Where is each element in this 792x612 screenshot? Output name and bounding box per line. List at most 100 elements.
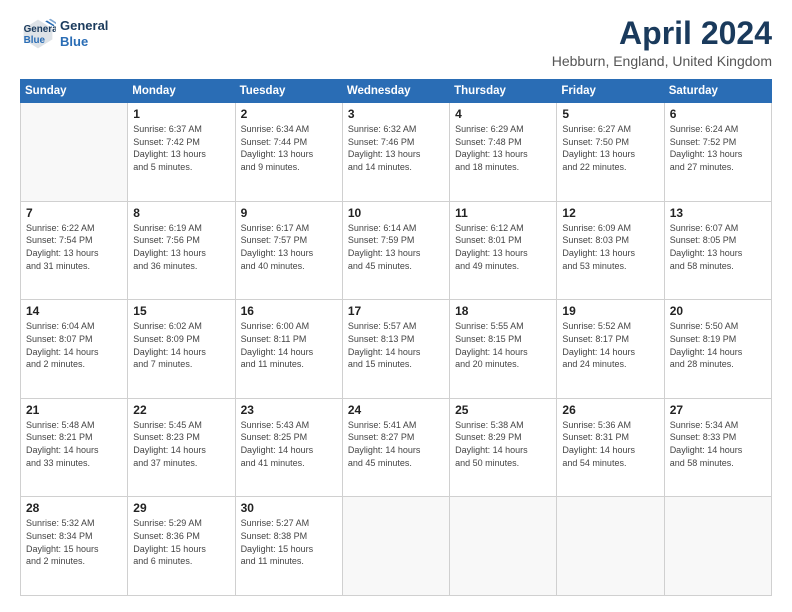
location: Hebburn, England, United Kingdom [552, 53, 772, 69]
day-number: 1 [133, 107, 229, 121]
calendar-cell: 19 Sunrise: 5:52 AM Sunset: 8:17 PM Dayli… [557, 300, 664, 399]
calendar-cell: 11 Sunrise: 6:12 AM Sunset: 8:01 PM Dayli… [450, 201, 557, 300]
cell-info: Sunrise: 5:29 AM Sunset: 8:36 PM Dayligh… [133, 517, 229, 567]
cell-info: Sunrise: 5:55 AM Sunset: 8:15 PM Dayligh… [455, 320, 551, 370]
calendar-cell: 14 Sunrise: 6:04 AM Sunset: 8:07 PM Dayli… [21, 300, 128, 399]
calendar-week-2: 7Sunrise: 6:22 AM Sunset: 7:54 PM Daylig… [21, 201, 772, 300]
calendar-cell: 28 Sunrise: 5:32 AM Sunset: 8:34 PM Dayli… [21, 497, 128, 596]
calendar-table: SundayMondayTuesdayWednesdayThursdayFrid… [20, 79, 772, 596]
calendar-cell: 24 Sunrise: 5:41 AM Sunset: 8:27 PM Dayli… [342, 398, 449, 497]
logo-icon: General Blue [20, 16, 56, 52]
cell-info: Sunrise: 5:41 AM Sunset: 8:27 PM Dayligh… [348, 419, 444, 469]
calendar-cell: 6 Sunrise: 6:24 AM Sunset: 7:52 PM Daylig… [664, 103, 771, 202]
day-number: 21 [26, 403, 122, 417]
cell-info: Sunrise: 5:48 AM Sunset: 8:21 PM Dayligh… [26, 419, 122, 469]
calendar-cell [21, 103, 128, 202]
calendar-cell: 9Sunrise: 6:17 AM Sunset: 7:57 PM Daylig… [235, 201, 342, 300]
calendar-cell: 3 Sunrise: 6:32 AM Sunset: 7:46 PM Daylig… [342, 103, 449, 202]
day-number: 2 [241, 107, 337, 121]
day-number: 24 [348, 403, 444, 417]
cell-info: Sunrise: 5:27 AM Sunset: 8:38 PM Dayligh… [241, 517, 337, 567]
header: General Blue General Blue April 2024 Heb… [20, 16, 772, 69]
calendar-cell: 21 Sunrise: 5:48 AM Sunset: 8:21 PM Dayli… [21, 398, 128, 497]
day-number: 3 [348, 107, 444, 121]
cell-info: Sunrise: 6:29 AM Sunset: 7:48 PM Dayligh… [455, 123, 551, 173]
cell-info: Sunrise: 6:17 AM Sunset: 7:57 PM Dayligh… [241, 222, 337, 272]
calendar-header-row: SundayMondayTuesdayWednesdayThursdayFrid… [21, 80, 772, 103]
calendar-cell: 4 Sunrise: 6:29 AM Sunset: 7:48 PM Daylig… [450, 103, 557, 202]
calendar-cell [557, 497, 664, 596]
calendar-header-wednesday: Wednesday [342, 80, 449, 103]
cell-info: Sunrise: 5:45 AM Sunset: 8:23 PM Dayligh… [133, 419, 229, 469]
calendar-header-monday: Monday [128, 80, 235, 103]
cell-info: Sunrise: 6:37 AM Sunset: 7:42 PM Dayligh… [133, 123, 229, 173]
day-number: 6 [670, 107, 766, 121]
day-number: 14 [26, 304, 122, 318]
cell-info: Sunrise: 6:12 AM Sunset: 8:01 PM Dayligh… [455, 222, 551, 272]
logo-text-blue: Blue [60, 34, 108, 50]
calendar-cell: 16 Sunrise: 6:00 AM Sunset: 8:11 PM Dayli… [235, 300, 342, 399]
cell-info: Sunrise: 5:36 AM Sunset: 8:31 PM Dayligh… [562, 419, 658, 469]
calendar-cell: 27Sunrise: 5:34 AM Sunset: 8:33 PM Dayli… [664, 398, 771, 497]
cell-info: Sunrise: 5:43 AM Sunset: 8:25 PM Dayligh… [241, 419, 337, 469]
day-number: 19 [562, 304, 658, 318]
calendar-cell: 5 Sunrise: 6:27 AM Sunset: 7:50 PM Daylig… [557, 103, 664, 202]
calendar-cell: 25 Sunrise: 5:38 AM Sunset: 8:29 PM Dayli… [450, 398, 557, 497]
calendar-cell [342, 497, 449, 596]
day-number: 11 [455, 206, 551, 220]
day-number: 17 [348, 304, 444, 318]
cell-info: Sunrise: 5:52 AM Sunset: 8:17 PM Dayligh… [562, 320, 658, 370]
calendar-cell: 10Sunrise: 6:14 AM Sunset: 7:59 PM Dayli… [342, 201, 449, 300]
cell-info: Sunrise: 6:22 AM Sunset: 7:54 PM Dayligh… [26, 222, 122, 272]
cell-info: Sunrise: 5:38 AM Sunset: 8:29 PM Dayligh… [455, 419, 551, 469]
calendar-cell: 12 Sunrise: 6:09 AM Sunset: 8:03 PM Dayli… [557, 201, 664, 300]
cell-info: Sunrise: 6:04 AM Sunset: 8:07 PM Dayligh… [26, 320, 122, 370]
cell-info: Sunrise: 6:02 AM Sunset: 8:09 PM Dayligh… [133, 320, 229, 370]
cell-info: Sunrise: 6:34 AM Sunset: 7:44 PM Dayligh… [241, 123, 337, 173]
day-number: 5 [562, 107, 658, 121]
logo-text-general: General [60, 18, 108, 34]
day-number: 4 [455, 107, 551, 121]
cell-info: Sunrise: 6:32 AM Sunset: 7:46 PM Dayligh… [348, 123, 444, 173]
calendar-cell: 2 Sunrise: 6:34 AM Sunset: 7:44 PM Daylig… [235, 103, 342, 202]
cell-info: Sunrise: 6:09 AM Sunset: 8:03 PM Dayligh… [562, 222, 658, 272]
calendar-week-5: 28 Sunrise: 5:32 AM Sunset: 8:34 PM Dayli… [21, 497, 772, 596]
day-number: 16 [241, 304, 337, 318]
calendar-header-tuesday: Tuesday [235, 80, 342, 103]
cell-info: Sunrise: 6:00 AM Sunset: 8:11 PM Dayligh… [241, 320, 337, 370]
cell-info: Sunrise: 6:24 AM Sunset: 7:52 PM Dayligh… [670, 123, 766, 173]
calendar-cell: 8Sunrise: 6:19 AM Sunset: 7:56 PM Daylig… [128, 201, 235, 300]
calendar-week-3: 14 Sunrise: 6:04 AM Sunset: 8:07 PM Dayli… [21, 300, 772, 399]
calendar-cell: 13Sunrise: 6:07 AM Sunset: 8:05 PM Dayli… [664, 201, 771, 300]
day-number: 22 [133, 403, 229, 417]
cell-info: Sunrise: 5:50 AM Sunset: 8:19 PM Dayligh… [670, 320, 766, 370]
cell-info: Sunrise: 5:32 AM Sunset: 8:34 PM Dayligh… [26, 517, 122, 567]
cell-info: Sunrise: 5:34 AM Sunset: 8:33 PM Dayligh… [670, 419, 766, 469]
calendar-header-friday: Friday [557, 80, 664, 103]
calendar-cell: 26Sunrise: 5:36 AM Sunset: 8:31 PM Dayli… [557, 398, 664, 497]
day-number: 20 [670, 304, 766, 318]
calendar-cell [450, 497, 557, 596]
calendar-cell: 22 Sunrise: 5:45 AM Sunset: 8:23 PM Dayli… [128, 398, 235, 497]
calendar-cell: 1 Sunrise: 6:37 AM Sunset: 7:42 PM Daylig… [128, 103, 235, 202]
calendar-cell: 18Sunrise: 5:55 AM Sunset: 8:15 PM Dayli… [450, 300, 557, 399]
title-section: April 2024 Hebburn, England, United King… [552, 16, 772, 69]
day-number: 28 [26, 501, 122, 515]
day-number: 8 [133, 206, 229, 220]
calendar-cell: 30 Sunrise: 5:27 AM Sunset: 8:38 PM Dayli… [235, 497, 342, 596]
calendar-header-saturday: Saturday [664, 80, 771, 103]
day-number: 23 [241, 403, 337, 417]
cell-info: Sunrise: 5:57 AM Sunset: 8:13 PM Dayligh… [348, 320, 444, 370]
day-number: 25 [455, 403, 551, 417]
day-number: 10 [348, 206, 444, 220]
calendar-cell [664, 497, 771, 596]
calendar-cell: 29Sunrise: 5:29 AM Sunset: 8:36 PM Dayli… [128, 497, 235, 596]
svg-text:Blue: Blue [24, 35, 46, 46]
day-number: 30 [241, 501, 337, 515]
calendar-header-thursday: Thursday [450, 80, 557, 103]
calendar-cell: 15Sunrise: 6:02 AM Sunset: 8:09 PM Dayli… [128, 300, 235, 399]
calendar-cell: 17 Sunrise: 5:57 AM Sunset: 8:13 PM Dayli… [342, 300, 449, 399]
cell-info: Sunrise: 6:27 AM Sunset: 7:50 PM Dayligh… [562, 123, 658, 173]
calendar-week-4: 21 Sunrise: 5:48 AM Sunset: 8:21 PM Dayli… [21, 398, 772, 497]
day-number: 12 [562, 206, 658, 220]
